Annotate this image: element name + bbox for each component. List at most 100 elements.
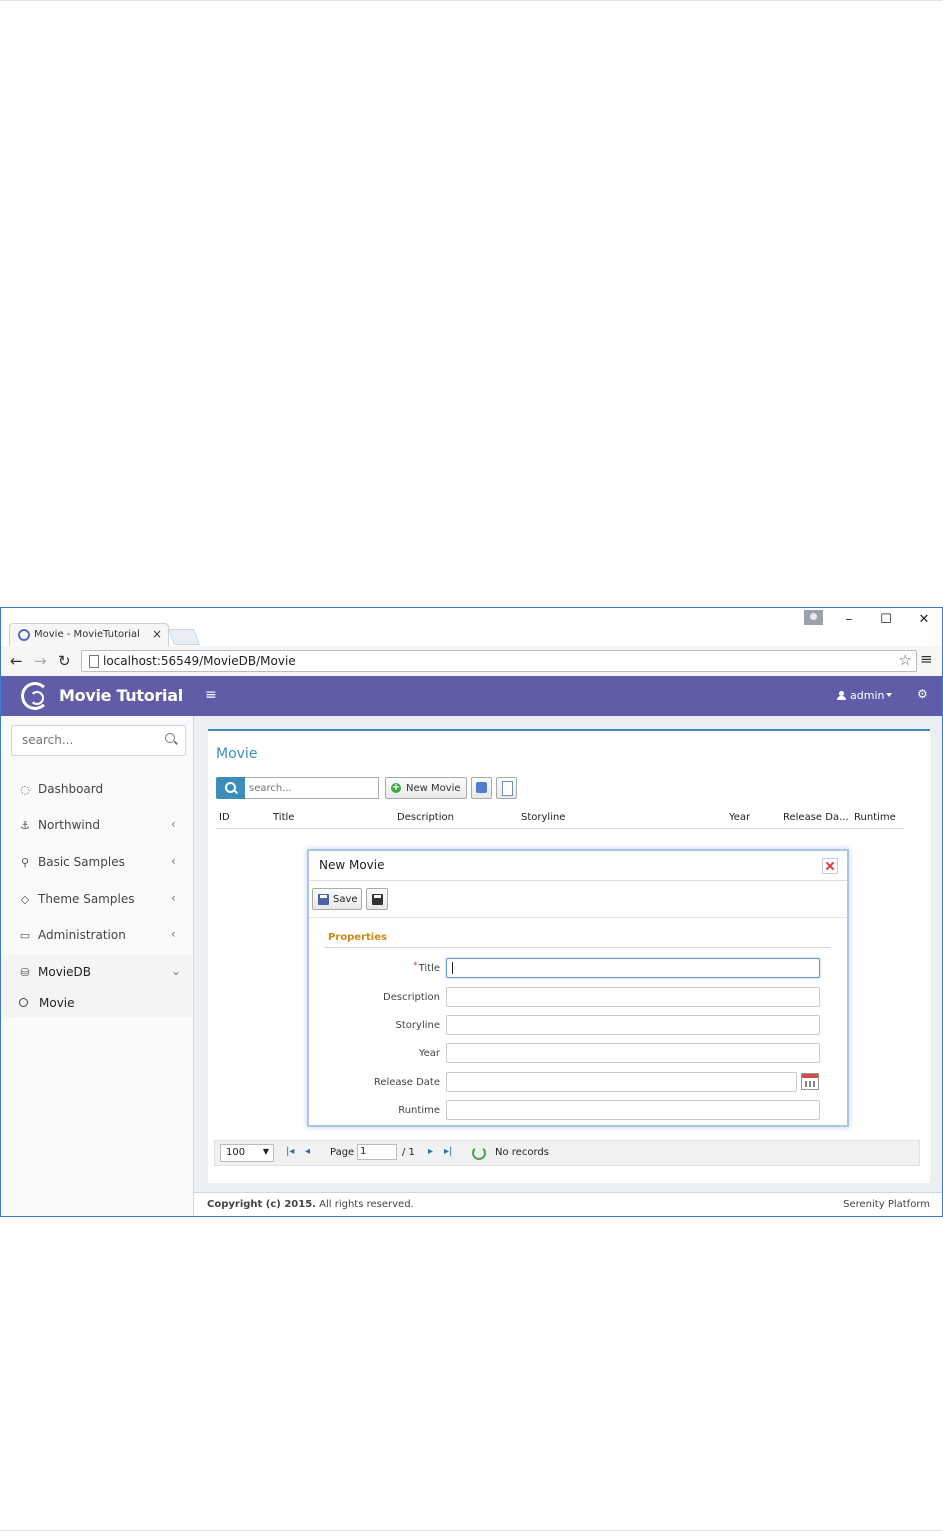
page-label: Page <box>330 1147 355 1158</box>
save-and-close-button[interactable] <box>366 888 388 910</box>
sidebar-item-label: Basic Samples <box>38 855 125 869</box>
close-icon[interactable] <box>822 858 838 874</box>
user-icon <box>837 691 846 700</box>
save-close-icon <box>372 894 383 905</box>
runtime-label: Runtime <box>398 1105 440 1116</box>
close-window-button[interactable]: ✕ <box>914 612 934 627</box>
minimize-button[interactable]: – <box>839 612 859 627</box>
sidebar-item-theme-samples[interactable]: ◇ Theme Samples ‹ <box>1 882 192 918</box>
sidebar-item-moviedb[interactable]: ⛁ MovieDB ⌄ <box>1 955 192 991</box>
sidebar-subitem-movie[interactable]: Movie <box>1 991 192 1017</box>
page-title: Movie <box>216 746 258 762</box>
sidebar-item-dashboard[interactable]: ◌ Dashboard <box>1 772 192 808</box>
required-marker: * <box>413 961 418 971</box>
sidebar-item-administration[interactable]: ▭ Administration ‹ <box>1 918 192 954</box>
page-number-input[interactable]: 1 <box>357 1144 397 1160</box>
sidebar-item-northwind[interactable]: ⚓ Northwind ‹ <box>1 808 192 844</box>
serenity-logo-icon <box>18 629 30 641</box>
column-picker-icon <box>502 781 513 796</box>
maximize-button[interactable]: ☐ <box>876 612 896 627</box>
release-date-label: Release Date <box>373 1077 440 1088</box>
bottom-border <box>0 1530 943 1531</box>
pager: 100 ▼ |◂ ◂ Page 1 / 1 ▸ ▸| No records <box>214 1140 920 1166</box>
sidebar-item-label: Northwind <box>38 818 100 832</box>
first-page-icon[interactable]: |◂ <box>286 1146 294 1157</box>
page-total: / 1 <box>402 1147 415 1158</box>
app-logo-icon <box>21 682 49 710</box>
divider <box>309 917 847 918</box>
text-cursor <box>452 962 453 974</box>
pager-status: No records <box>495 1147 549 1158</box>
column-header-id[interactable]: ID <box>219 812 230 823</box>
settings-gears-icon[interactable]: ⚙ <box>917 687 928 701</box>
release-date-input[interactable] <box>446 1072 797 1092</box>
sidebar-toggle-icon[interactable]: ≡ <box>205 687 217 703</box>
tab-close-icon[interactable]: × <box>152 627 162 641</box>
browser-menu-icon[interactable]: ≡ <box>920 650 933 668</box>
prev-page-icon[interactable]: ◂ <box>305 1146 310 1157</box>
chevron-left-icon: ‹ <box>171 854 176 868</box>
description-label: Description <box>383 992 440 1003</box>
quick-search-input[interactable] <box>245 777 379 799</box>
page-size-value: 100 <box>226 1147 246 1158</box>
tab-title: Movie - MovieTutorial <box>34 629 140 640</box>
column-header-runtime[interactable]: Runtime <box>854 812 896 823</box>
browser-tab[interactable]: Movie - MovieTutorial × <box>9 623 169 647</box>
chevron-left-icon: ‹ <box>171 817 176 831</box>
new-movie-label: New Movie <box>406 783 461 794</box>
divider <box>309 880 847 881</box>
refresh-icon <box>476 782 487 793</box>
title-input[interactable] <box>446 958 820 978</box>
last-page-icon[interactable]: ▸| <box>444 1146 452 1157</box>
new-tab-button[interactable] <box>168 629 200 645</box>
dashboard-icon: ◌ <box>20 783 30 796</box>
description-input[interactable] <box>446 987 820 1007</box>
column-header-description[interactable]: Description <box>397 812 454 823</box>
save-label: Save <box>333 894 358 905</box>
year-input[interactable] <box>446 1043 820 1063</box>
dialog-title[interactable]: New Movie <box>319 858 385 872</box>
monitor-icon: ▭ <box>19 929 31 942</box>
reload-grid-icon[interactable] <box>472 1146 486 1160</box>
sidebar-item-label: Theme Samples <box>38 892 135 906</box>
calendar-icon[interactable] <box>801 1073 819 1090</box>
quick-search-button[interactable] <box>216 777 245 799</box>
save-icon <box>318 894 329 905</box>
column-picker-button[interactable] <box>496 777 517 799</box>
url-input[interactable]: localhost:56549/MovieDB/Movie ☆ <box>81 650 917 672</box>
storyline-input[interactable] <box>446 1015 820 1035</box>
copyright: Copyright (c) 2015. All rights reserved. <box>207 1199 414 1210</box>
app-header: Movie Tutorial ≡ admin ⚙ <box>1 676 942 716</box>
page-icon <box>89 655 99 668</box>
column-header-title[interactable]: Title <box>273 812 294 823</box>
refresh-button[interactable] <box>471 777 492 799</box>
magic-wand-icon: ⚲ <box>20 856 30 869</box>
column-header-year[interactable]: Year <box>729 812 750 823</box>
footer: Copyright (c) 2015. All rights reserved.… <box>194 1192 942 1216</box>
reload-icon[interactable]: ↻ <box>58 652 71 670</box>
next-page-icon[interactable]: ▸ <box>428 1146 433 1157</box>
back-icon[interactable]: ← <box>10 652 23 670</box>
chevron-left-icon: ‹ <box>171 891 176 905</box>
forward-icon[interactable]: → <box>34 652 47 670</box>
storyline-label: Storyline <box>395 1020 440 1031</box>
app-title[interactable]: Movie Tutorial <box>59 686 183 705</box>
sidebar-item-label: Dashboard <box>38 782 104 796</box>
save-button[interactable]: Save <box>312 888 362 910</box>
sidebar-item-label: Administration <box>38 928 126 942</box>
sidebar-item-basic-samples[interactable]: ⚲ Basic Samples ‹ <box>1 845 192 881</box>
sidebar-search[interactable] <box>11 725 186 756</box>
user-menu[interactable]: admin <box>837 689 893 702</box>
new-movie-dialog: New Movie Save Properties *Title Descrip… <box>307 849 849 1127</box>
runtime-input[interactable] <box>446 1100 820 1120</box>
profile-icon[interactable] <box>804 610 823 625</box>
sidebar-search-input[interactable] <box>12 726 162 753</box>
search-icon[interactable] <box>165 733 175 743</box>
column-header-storyline[interactable]: Storyline <box>521 812 565 823</box>
column-header-release-date[interactable]: Release Da... <box>783 812 849 823</box>
page-size-select[interactable]: 100 ▼ <box>220 1144 274 1162</box>
new-movie-button[interactable]: + New Movie <box>385 777 467 799</box>
sidebar-item-label: Movie <box>39 996 75 1010</box>
bookmark-star-icon[interactable]: ☆ <box>899 651 912 669</box>
grid-header: ID Title Description Storyline Year Rele… <box>216 810 904 829</box>
